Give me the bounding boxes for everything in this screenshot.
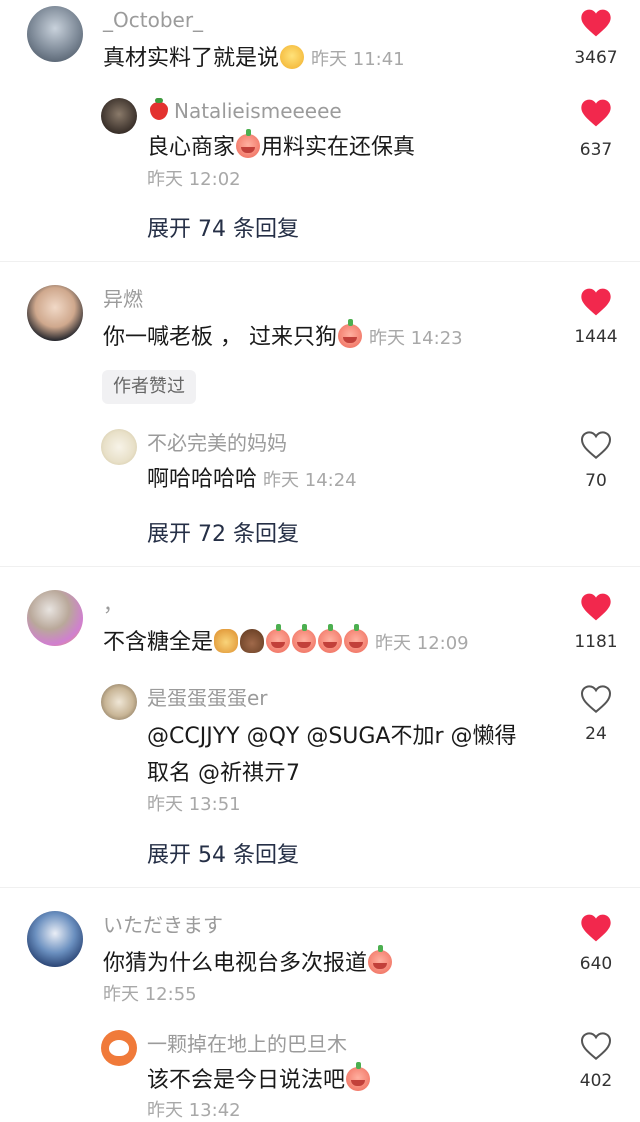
crying-face-emoji <box>338 319 362 348</box>
comment-time: 昨天 11:41 <box>311 49 405 70</box>
like-count: 1181 <box>574 632 618 652</box>
author-liked-badge: 作者赞过 <box>102 370 196 404</box>
comment-username[interactable]: 异燃 <box>103 287 143 311</box>
comment-text: 你一喊老板 ， 过来只狗 昨天 14:23 <box>103 319 463 350</box>
reply-username[interactable]: 不必完美的妈妈 <box>147 431 287 455</box>
crying-face-emoji <box>346 1062 371 1091</box>
like-count: 402 <box>579 1071 613 1091</box>
like-count: 24 <box>585 724 607 744</box>
comment-text: 真材实料了就是说 昨天 11:41 <box>103 45 405 74</box>
avatar[interactable] <box>27 911 83 967</box>
crying-face-emoji <box>368 945 393 974</box>
avatar[interactable] <box>27 6 83 62</box>
avatar[interactable] <box>101 98 137 134</box>
crying-face-emoji <box>266 624 291 653</box>
heart-outline-icon[interactable] <box>580 430 612 460</box>
heart-icon[interactable] <box>580 592 612 622</box>
like-count: 637 <box>579 140 613 160</box>
avatar[interactable] <box>101 684 137 720</box>
bear-face-icon <box>109 1040 129 1056</box>
reply-time: 昨天 13:42 <box>147 1100 241 1121</box>
comment-text: 不含糖全是 昨天 12:09 <box>103 624 469 655</box>
comment-time: 昨天 14:23 <box>369 328 463 349</box>
reply-text: @CCJJYY @QY @SUGA不加r @懒得 <box>147 724 517 749</box>
like-count: 70 <box>585 471 607 491</box>
crying-face-emoji <box>318 624 343 653</box>
dog-face-emoji <box>214 629 239 653</box>
expand-replies-link[interactable]: 展开 72 条回复 <box>147 521 299 549</box>
comment-text-content: 真材实料了就是说 <box>103 46 280 71</box>
crying-face-emoji <box>344 624 369 653</box>
crying-face-emoji <box>236 129 261 158</box>
reply-username[interactable]: 是蛋蛋蛋蛋er <box>147 686 268 710</box>
avatar[interactable] <box>101 429 137 465</box>
reply-text: 良心商家 用料实在还保真 <box>147 129 416 160</box>
comment-text: 你猜为什么电视台多次报道 <box>103 945 393 978</box>
comment-time: 昨天 12:09 <box>375 633 469 654</box>
reply-username[interactable]: 一颗掉在地上的巴旦木 <box>147 1032 347 1056</box>
comment-username[interactable]: _October_ <box>103 8 203 32</box>
reply-time: 昨天 14:24 <box>263 470 357 491</box>
heart-outline-icon[interactable] <box>580 684 612 714</box>
reply-username[interactable]: Natalieismeeeee <box>150 98 342 123</box>
heart-icon[interactable] <box>580 8 612 38</box>
reply-time: 昨天 13:51 <box>147 794 241 815</box>
divider <box>0 261 640 262</box>
comment-username[interactable]: いただきます <box>103 913 223 937</box>
comment-username[interactable]: ， <box>103 592 123 616</box>
crying-face-emoji <box>292 624 317 653</box>
poop-emoji <box>240 629 265 653</box>
avatar[interactable] <box>101 1030 137 1066</box>
expand-replies-link[interactable]: 展开 54 条回复 <box>147 842 299 870</box>
reply-text: 该不会是今日说法吧 <box>147 1062 371 1095</box>
heart-outline-icon[interactable] <box>580 1031 612 1061</box>
like-count: 1444 <box>574 327 618 347</box>
heart-icon[interactable] <box>580 287 612 317</box>
comment-time: 昨天 12:55 <box>103 984 197 1005</box>
reply-text: 取名 @祈祺亓7 <box>147 761 300 786</box>
heart-icon[interactable] <box>580 913 612 943</box>
heart-icon[interactable] <box>580 98 612 128</box>
strawberry-emoji <box>150 98 168 120</box>
avatar[interactable] <box>27 590 83 646</box>
reply-time: 昨天 12:02 <box>147 169 241 190</box>
yellow-face-emoji <box>280 45 305 69</box>
like-count: 640 <box>579 954 613 974</box>
avatar[interactable] <box>27 285 83 341</box>
divider <box>0 566 640 567</box>
divider <box>0 887 640 888</box>
like-count: 3467 <box>574 48 618 68</box>
reply-text: 啊哈哈哈哈 昨天 14:24 <box>147 467 357 492</box>
expand-replies-link[interactable]: 展开 74 条回复 <box>147 216 299 244</box>
